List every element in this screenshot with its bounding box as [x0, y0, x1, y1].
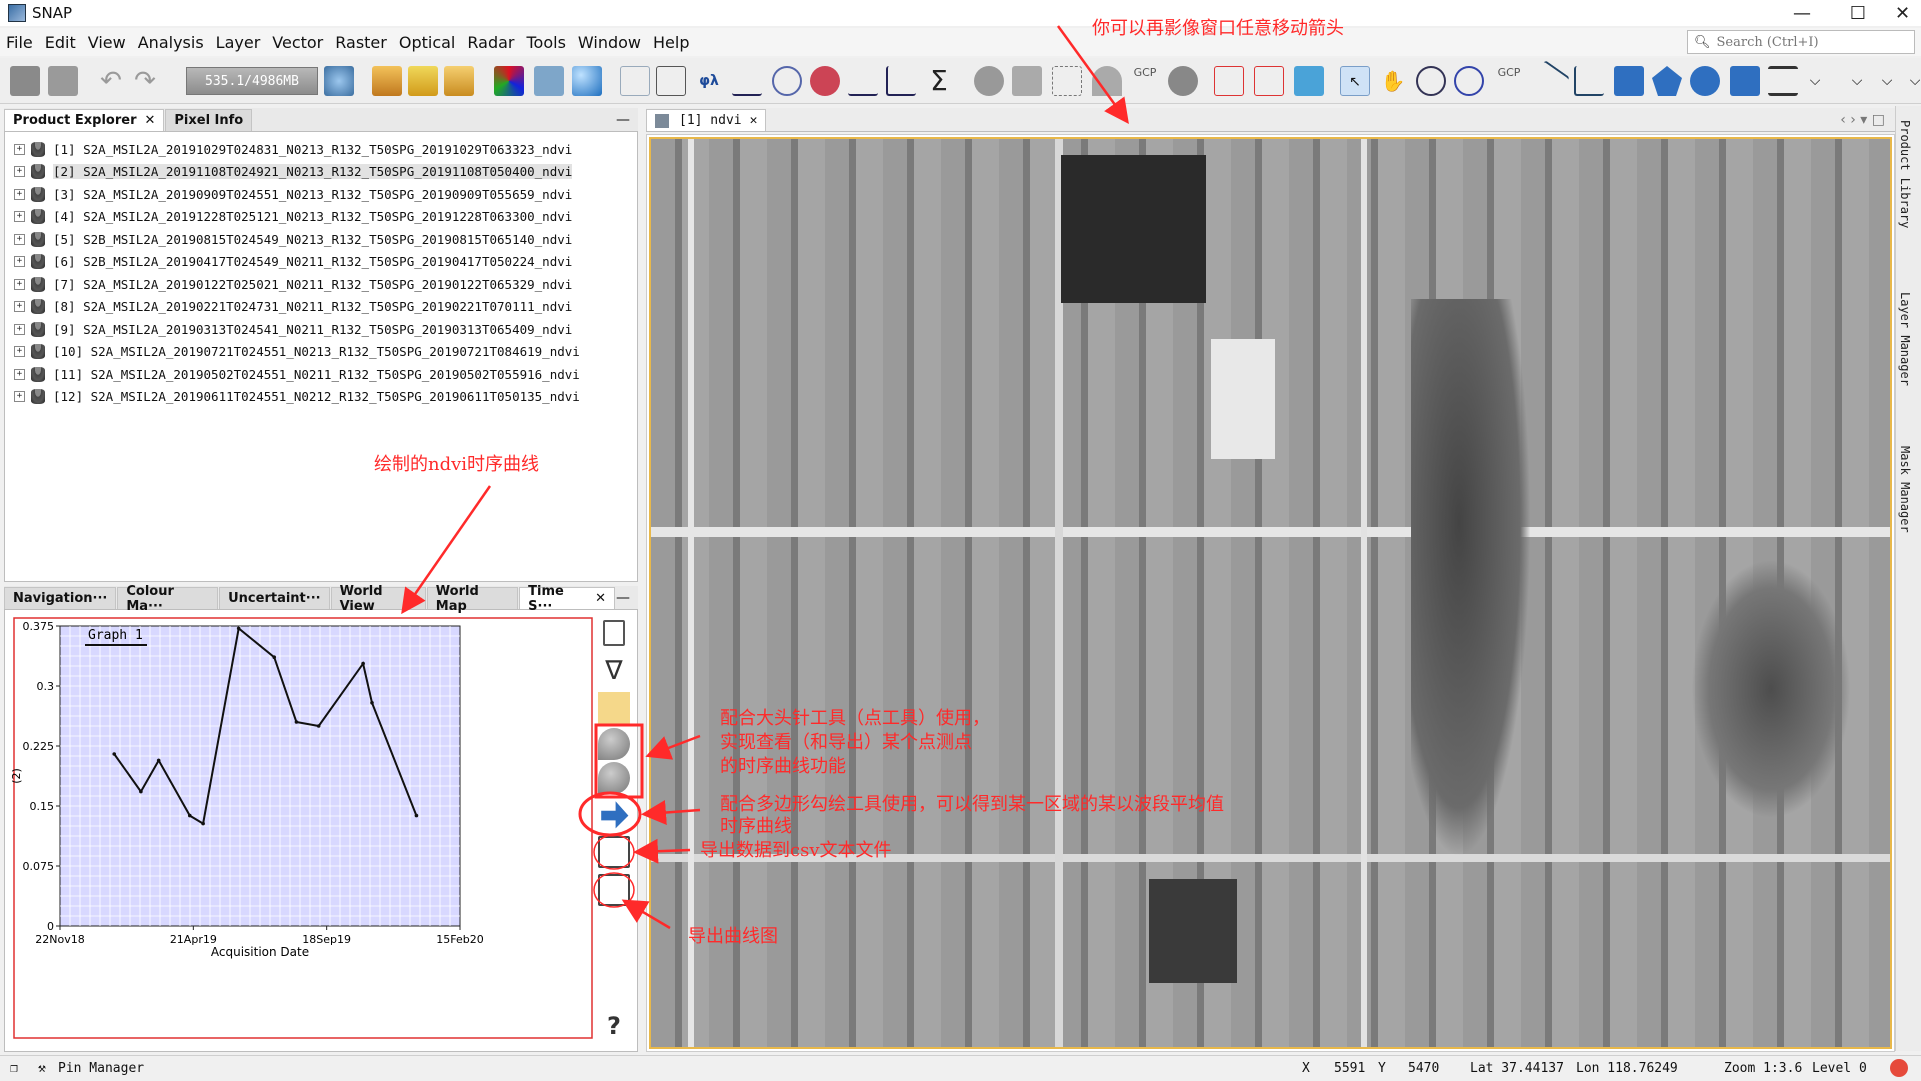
annotation-box-pin-tools [594, 723, 644, 799]
annotation-curve-label: 绘制的ndvi时序曲线 [374, 454, 540, 475]
annotation-arrow-curve [401, 485, 492, 615]
annotation-overlay [401, 25, 1129, 930]
annotation-arrow-polygon [641, 800, 701, 825]
annotation-polygon-tool-2: 时序曲线 [720, 816, 792, 837]
annotation-export-csv: 导出数据到csv文本文件 [700, 840, 892, 861]
annotation-arrow-csv [633, 838, 691, 864]
annotation-pin-tool-1: 配合大头针工具（点工具）使用， [720, 708, 990, 729]
annotation-circle-polygon [578, 791, 642, 837]
annotation-export-chart: 导出曲线图 [688, 926, 778, 947]
annotation-pin-tool-2: 实现查看（和导出）某个点测点 [720, 732, 972, 753]
annotation-pin-tool-3: 的时序曲线功能 [720, 756, 846, 777]
annotation-move-arrow: 你可以再影像窗口任意移动箭头 [1092, 18, 1344, 39]
annotation-arrow-pin [645, 734, 701, 760]
annotation-circle-csv [593, 834, 635, 870]
annotation-polygon-tool-1: 配合多边形勾绘工具使用，可以得到某一区域的某以波段平均值 [720, 794, 1224, 815]
annotation-arrow-move [1056, 25, 1129, 125]
annotation-arrow-chart [621, 899, 671, 930]
